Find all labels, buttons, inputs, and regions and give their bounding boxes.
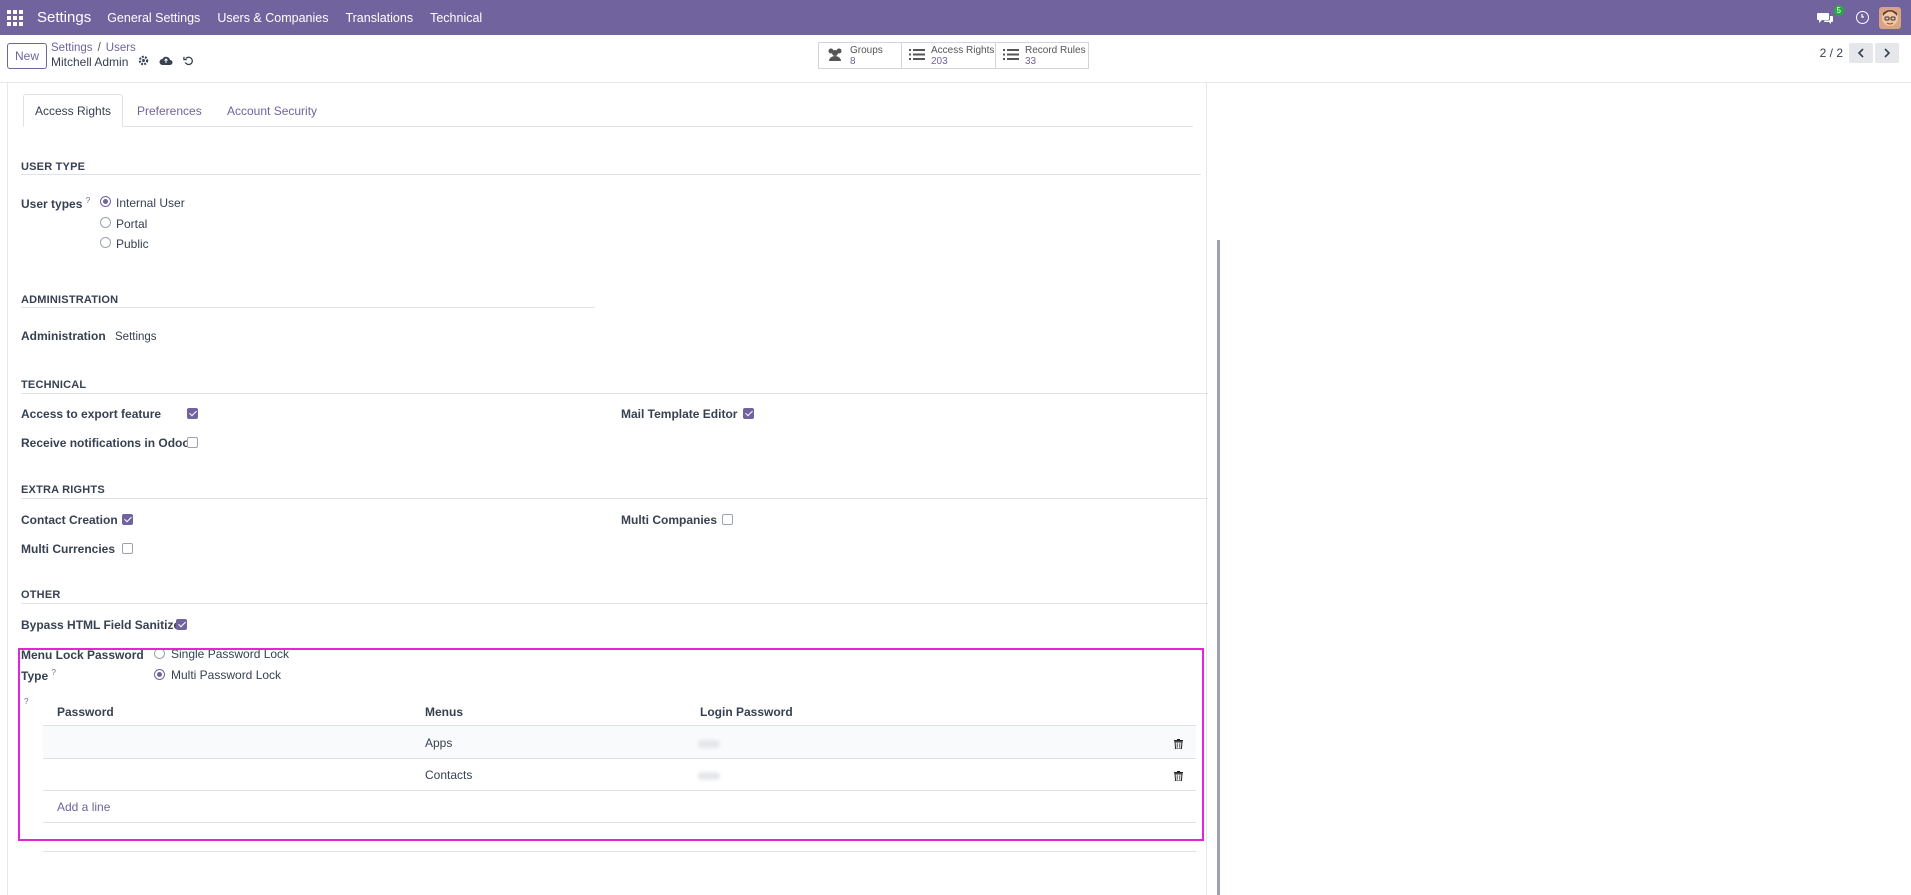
record-name: Mitchell Admin — [51, 55, 129, 69]
highlight-box — [18, 648, 1204, 841]
chevron-left-icon — [1857, 48, 1864, 58]
help-tooltip-icon[interactable]: ? — [86, 196, 90, 205]
multi-companies-checkbox[interactable] — [722, 514, 733, 525]
menu-general-settings[interactable]: General Settings — [107, 11, 200, 25]
access-rights-stat-value: 203 — [931, 55, 948, 67]
discard-undo-icon[interactable] — [183, 55, 194, 69]
section-extra-rights-title: EXTRA RIGHTS — [21, 484, 105, 496]
users-group-icon — [826, 47, 844, 64]
breadcrumb-users[interactable]: Users — [106, 42, 136, 54]
radio-portal-label[interactable]: Portal — [116, 217, 147, 231]
access-rights-stat-button[interactable]: Access Rights 203 — [901, 42, 996, 69]
notifications-odoo-checkbox[interactable] — [187, 437, 198, 448]
section-divider — [21, 393, 1214, 394]
chatter-area — [1208, 83, 1911, 895]
menu-technical[interactable]: Technical — [430, 11, 482, 25]
section-technical-title: TECHNICAL — [21, 379, 87, 391]
contact-creation-checkbox[interactable] — [122, 514, 133, 525]
chevron-right-icon — [1884, 48, 1891, 58]
export-feature-checkbox[interactable] — [187, 408, 198, 419]
user-types-label: User types ? — [21, 196, 91, 211]
bypass-html-sanitize-checkbox[interactable] — [176, 619, 187, 630]
section-user-type-title: USER TYPE — [21, 161, 86, 173]
notifications-odoo-label: Receive notifications in Odoo — [21, 436, 190, 450]
section-divider — [21, 603, 1214, 604]
record-rules-stat-button[interactable]: Record Rules 33 — [995, 42, 1089, 69]
record-rules-stat-value: 33 — [1025, 55, 1037, 67]
menu-translations[interactable]: Translations — [345, 11, 413, 25]
apps-menu-icon[interactable] — [7, 9, 23, 26]
notebook-tabs: Access Rights Preferences Account Securi… — [23, 94, 1193, 127]
menu-users-companies[interactable]: Users & Companies — [217, 11, 328, 25]
radio-portal[interactable] — [100, 217, 111, 228]
multi-companies-label: Multi Companies — [621, 513, 718, 527]
tab-access-rights[interactable]: Access Rights — [23, 94, 124, 127]
app-brand[interactable]: Settings — [37, 9, 91, 26]
gear-icon[interactable] — [138, 55, 149, 69]
breadcrumb-settings[interactable]: Settings — [51, 42, 93, 54]
section-divider — [21, 307, 595, 308]
multi-currencies-checkbox[interactable] — [122, 543, 133, 554]
new-button[interactable]: New — [7, 43, 47, 69]
access-rights-stat-label: Access Rights — [931, 44, 995, 56]
section-administration-title: ADMINISTRATION — [21, 294, 119, 306]
tab-account-security[interactable]: Account Security — [216, 94, 328, 127]
radio-internal-user-label[interactable]: Internal User — [116, 196, 185, 210]
multi-currencies-label: Multi Currencies — [21, 542, 116, 556]
administration-select[interactable]: Settings — [115, 331, 157, 343]
pager-next-button[interactable] — [1875, 43, 1899, 63]
record-title: Mitchell Admin — [51, 55, 194, 69]
record-rules-stat-label: Record Rules — [1025, 44, 1086, 56]
radio-internal-user[interactable] — [100, 196, 111, 207]
section-divider — [21, 498, 1214, 499]
vertical-scrollbar[interactable] — [1217, 240, 1220, 895]
export-feature-label: Access to export feature — [21, 407, 162, 421]
list-icon — [909, 48, 925, 64]
contact-creation-label: Contact Creation — [21, 513, 118, 527]
breadcrumb: Settings / Users — [51, 42, 136, 54]
mail-template-editor-label: Mail Template Editor — [621, 407, 738, 421]
pager-previous-button[interactable] — [1849, 43, 1873, 63]
tab-preferences[interactable]: Preferences — [126, 94, 213, 127]
activity-clock-icon[interactable] — [1856, 11, 1869, 24]
groups-stat-button[interactable]: Groups 8 — [818, 42, 902, 69]
pager-value[interactable]: 2 / 2 — [1820, 46, 1843, 60]
administration-label: Administration — [21, 329, 106, 343]
chat-count-badge: 5 — [1833, 4, 1844, 16]
top-navbar: Settings General Settings Users & Compan… — [0, 0, 1911, 35]
user-avatar[interactable] — [1879, 6, 1901, 29]
radio-public[interactable] — [100, 237, 111, 248]
bypass-html-sanitize-label: Bypass HTML Field Sanitize — [21, 618, 181, 632]
section-divider — [21, 174, 1201, 175]
control-panel: New Settings / Users Mitchell Admin Groups… — [0, 35, 1911, 83]
mail-template-editor-checkbox[interactable] — [743, 408, 754, 419]
list-icon — [1003, 48, 1019, 64]
groups-stat-value: 8 — [850, 55, 856, 67]
table-footer-divider — [43, 851, 1196, 852]
section-other-title: OTHER — [21, 589, 61, 601]
groups-stat-label: Groups — [850, 44, 883, 56]
cloud-save-icon[interactable] — [159, 55, 173, 69]
chat-icon[interactable]: 5 — [1816, 4, 1844, 25]
radio-public-label[interactable]: Public — [116, 237, 149, 251]
